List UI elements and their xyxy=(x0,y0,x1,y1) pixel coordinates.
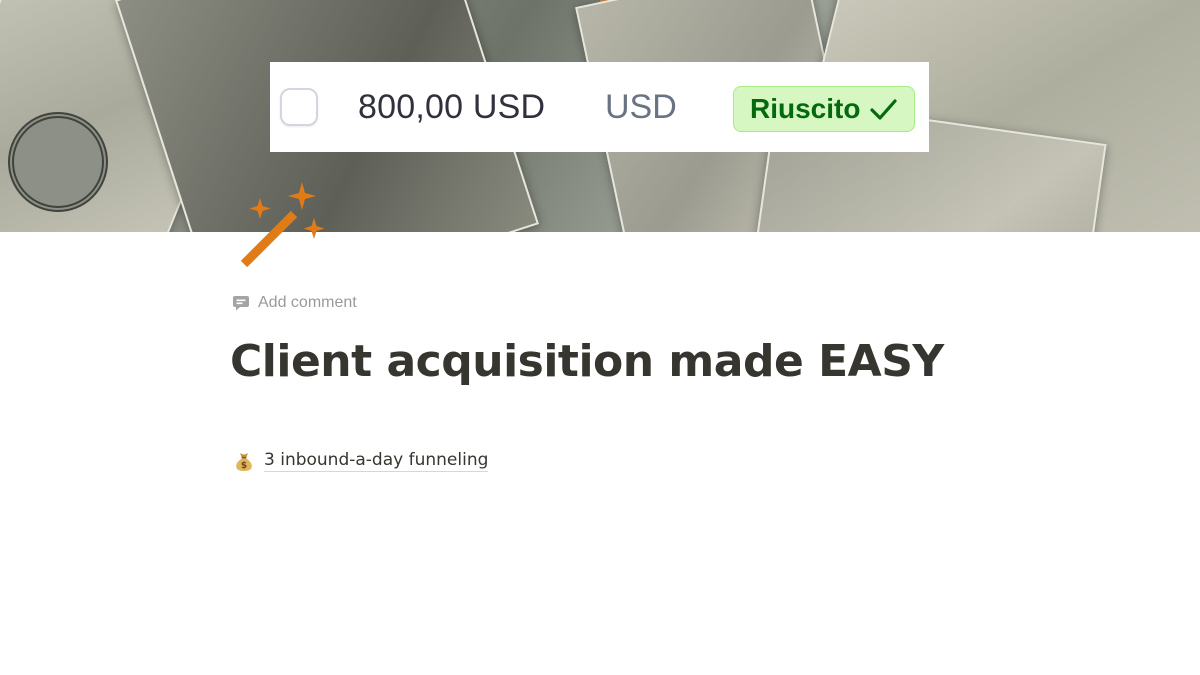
add-comment-button[interactable]: Add comment xyxy=(232,293,357,313)
payment-row: 800,00 USD USD Riuscito xyxy=(270,62,929,152)
check-icon xyxy=(868,94,898,124)
comment-icon xyxy=(232,294,250,312)
cover-image[interactable]: 800,00 USD USD Riuscito xyxy=(0,0,1200,232)
page-link-label: 3 inbound-a-day funneling xyxy=(264,450,489,472)
payment-currency: USD xyxy=(605,88,677,126)
payment-amount: 800,00 USD xyxy=(358,88,546,126)
page-title[interactable]: Client acquisition made EASY xyxy=(230,333,944,391)
notion-page: 800,00 USD USD Riuscito Add comment Clie… xyxy=(0,0,1200,675)
page-link-inbound-funneling[interactable]: $ 3 inbound-a-day funneling xyxy=(233,448,489,474)
add-comment-label: Add comment xyxy=(258,294,357,311)
magic-wand-icon[interactable] xyxy=(232,178,332,274)
money-bag-icon: $ xyxy=(233,450,255,472)
row-checkbox[interactable] xyxy=(280,88,318,126)
status-badge: Riuscito xyxy=(733,86,915,132)
federal-reserve-seal-image xyxy=(8,112,108,212)
svg-text:$: $ xyxy=(241,461,247,471)
status-badge-label: Riuscito xyxy=(750,93,861,124)
